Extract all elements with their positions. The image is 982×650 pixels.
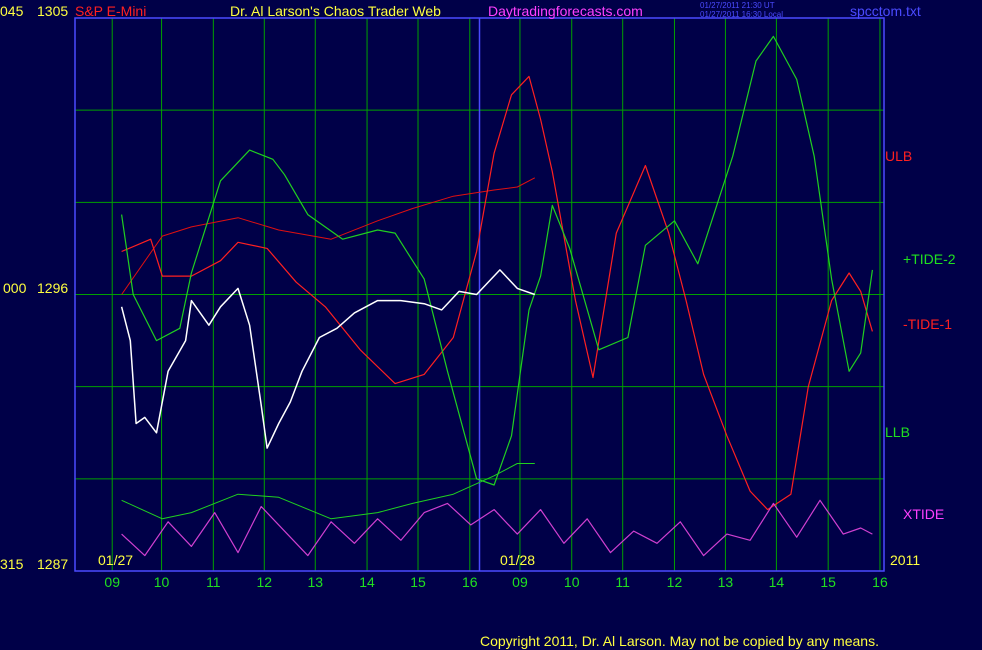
x-tick-label-2: 11 [206,574,221,590]
legend-tide1: -TIDE-1 [903,316,952,332]
x-tick-label-10: 11 [615,574,630,590]
x-tick-label-9: 10 [564,574,580,590]
series-line-price [120,269,536,449]
legend-tide2: +TIDE-2 [903,251,956,267]
chaos-chart: 09 10 11 12 13 14 15 16 09 10 11 12 13 14 15 16 [74,17,888,590]
chart-title: Dr. Al Larson's Chaos Trader Web [230,3,441,19]
x-tick-label-0: 09 [104,574,120,590]
x-tick-label-5: 14 [359,574,375,590]
x-tick-label-6: 15 [410,574,426,590]
date-label-1: 01/27 [98,552,134,568]
y-mid-osc-label: 000 [3,280,27,296]
x-tick-label-13: 14 [769,574,785,590]
x-tick-label-12: 13 [718,574,734,590]
legend-xtide: XTIDE [903,506,945,522]
series-line-llb [121,463,535,520]
timestamp-ut: 01/27/2011 21:30 UT [700,1,775,10]
legend-ulb: ULB [885,148,913,164]
x-tick-label-7: 16 [462,574,478,590]
legend-llb: LLB [885,424,910,440]
x-tick-label-15: 16 [872,574,888,590]
filename-label: spcctom.txt [850,3,921,19]
y-mid-price-label: 1296 [37,280,69,296]
site-label: Daytradingforecasts.com [488,3,643,19]
x-tick-label-1: 10 [154,574,170,590]
x-tick-label-11: 12 [667,574,683,590]
x-tick-label-14: 15 [820,574,836,590]
y-top-price-label: 1305 [37,3,69,19]
series-line-xtide [121,499,873,557]
year-label: 2011 [890,552,921,568]
y-bottom-osc-label: 315 [0,556,24,572]
timestamp-local: 01/27/2011 16:30 Local [700,10,784,19]
series-line-tide2 [121,35,873,486]
x-tick-label-3: 12 [257,574,273,590]
y-bottom-price-label: 1287 [37,556,69,572]
x-tick-label-8: 09 [512,574,528,590]
x-tick-label-4: 13 [307,574,323,590]
copyright: Copyright 2011, Dr. Al Larson. May not b… [480,633,879,649]
series-line-ulb [121,177,536,295]
instrument-label: S&P E-Mini [75,3,147,19]
date-label-2: 01/28 [500,552,536,568]
y-top-osc-label: 045 [0,3,24,19]
